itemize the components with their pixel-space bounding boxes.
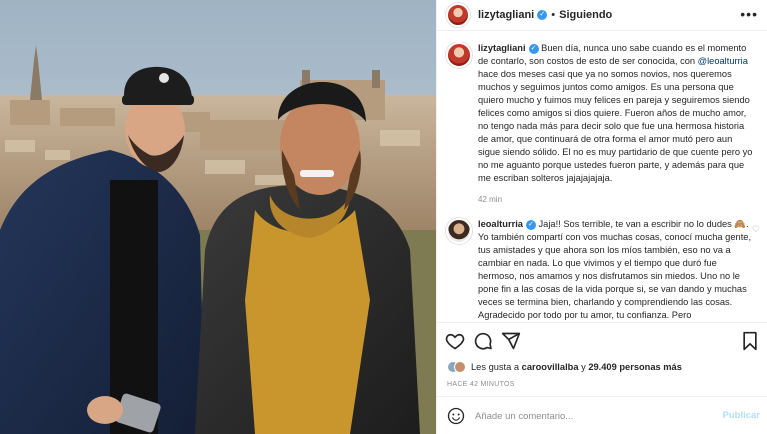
likes-text: Les gusta a caroovillalba y 29.409 perso… <box>471 362 682 372</box>
caption-mention-link[interactable]: @leoalturria <box>698 56 748 66</box>
publish-button[interactable]: Publicar <box>723 410 761 421</box>
liker-avatar <box>454 361 466 373</box>
comments-section: lizytagliani ✓ Buen día, nunca uno sabe c… <box>437 42 767 322</box>
comment-icon[interactable] <box>473 331 493 351</box>
add-comment-bar: Publicar <box>437 396 767 434</box>
author-avatar[interactable] <box>446 3 470 27</box>
likes-summary: Les gusta a caroovillalba y 29.409 perso… <box>447 361 682 373</box>
post-photo <box>0 0 436 434</box>
share-icon[interactable] <box>501 331 521 351</box>
verified-badge-icon: ✓ <box>528 43 539 54</box>
like-comment-heart-icon[interactable]: ♡ <box>752 224 760 235</box>
verified-badge-icon: ✓ <box>525 219 536 230</box>
bookmark-icon[interactable] <box>740 331 760 351</box>
following-button[interactable]: Siguiendo <box>559 9 612 21</box>
likes-count-link[interactable]: 29.409 personas más <box>588 362 682 372</box>
reply-text: leoalturria ✓ Jaja!! Sos terrible, te van… <box>478 218 756 322</box>
caption-author-avatar[interactable] <box>446 42 472 68</box>
header-separator: • <box>551 9 556 21</box>
reply-entry: leoalturria ✓ Jaja!! Sos terrible, te van… <box>437 218 767 322</box>
heart-icon[interactable] <box>445 331 465 351</box>
post-header: lizytagliani ✓ • Siguiendo ••• <box>437 0 767 31</box>
comment-input[interactable] <box>475 410 695 422</box>
likes-middle: y <box>578 362 589 372</box>
caption-text: lizytagliani ✓ Buen día, nunca uno sabe c… <box>478 42 756 185</box>
more-options-icon[interactable]: ••• <box>740 6 758 22</box>
likes-user-link[interactable]: caroovillalba <box>522 362 579 372</box>
author-username[interactable]: lizytagliani <box>478 9 534 21</box>
caption-entry: lizytagliani ✓ Buen día, nunca uno sabe c… <box>437 42 767 204</box>
post-photo-image <box>0 0 436 434</box>
likes-prefix: Les gusta a <box>471 362 522 372</box>
reply-author-avatar[interactable] <box>446 218 472 244</box>
verified-badge-icon: ✓ <box>537 10 548 20</box>
reply-username[interactable]: leoalturria <box>478 219 523 229</box>
caption-text-part-2: hace dos meses casi que ya no somos novi… <box>478 69 753 183</box>
action-icon-row <box>445 331 760 351</box>
caption-timestamp: 42 min <box>478 195 503 204</box>
post-actions: Les gusta a caroovillalba y 29.409 perso… <box>437 322 767 434</box>
post-time-ago: HACE 42 MINUTOS <box>447 381 515 388</box>
post-side-panel: lizytagliani ✓ • Siguiendo ••• lizytagli… <box>436 0 767 434</box>
emoji-icon[interactable] <box>447 407 465 425</box>
reply-text-body: Jaja!! Sos terrible, te van a escribir n… <box>478 219 752 320</box>
caption-username[interactable]: lizytagliani <box>478 43 526 53</box>
